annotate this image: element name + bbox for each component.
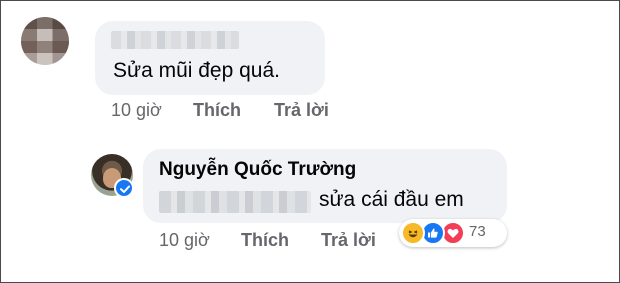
reply-timestamp[interactable]: 10 giờ <box>159 230 210 251</box>
like-button[interactable]: Thích <box>193 100 241 121</box>
haha-icon <box>401 221 425 245</box>
comment-text: Sửa mũi đẹp quá. <box>113 59 280 82</box>
blurred-mention <box>159 191 311 213</box>
screenshot-frame: Sửa mũi đẹp quá. 10 giờ Thích Trả lời Ng… <box>0 0 620 283</box>
commenter-avatar-blurred[interactable] <box>21 17 69 65</box>
reply-button[interactable]: Trả lời <box>274 100 329 121</box>
comment-timestamp[interactable]: 10 giờ <box>111 100 162 121</box>
blurred-author-name <box>111 31 239 49</box>
reply-text: sửa cái đầu em <box>319 188 464 211</box>
reaction-count: 73 <box>469 223 486 240</box>
reply-like-button[interactable]: Thích <box>241 230 289 251</box>
reply-reply-button[interactable]: Trả lời <box>321 230 376 251</box>
reply-author-name[interactable]: Nguyễn Quốc Trường <box>159 159 356 181</box>
reactions-summary[interactable]: 73 <box>399 219 507 247</box>
verified-badge-icon <box>114 178 134 198</box>
